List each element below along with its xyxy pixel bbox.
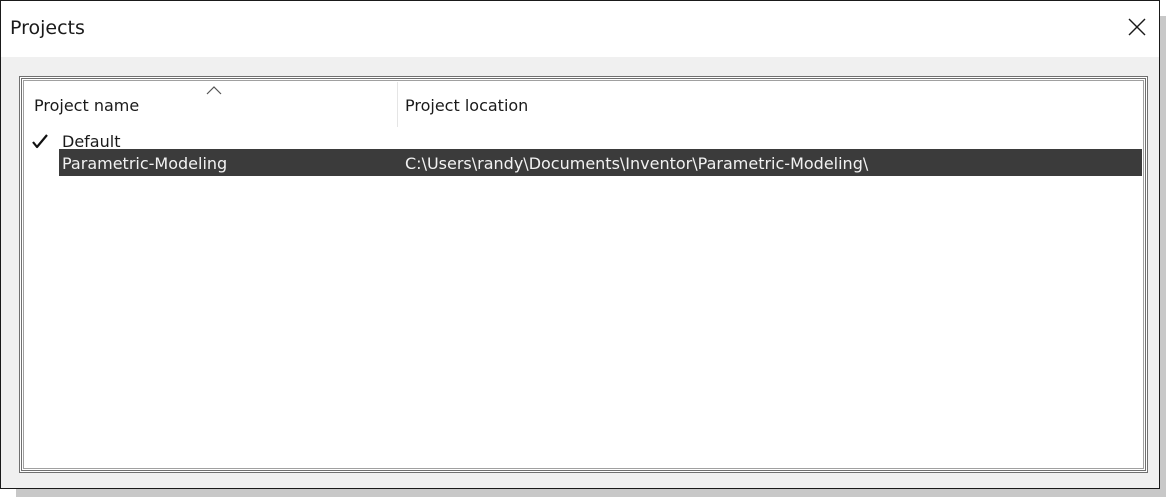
column-header-project-name[interactable]: Project name [25, 82, 398, 127]
project-location: C:\Users\randy\Documents\Inventor\Parame… [405, 154, 869, 173]
checkmark-icon [32, 134, 48, 149]
column-label: Project name [34, 96, 140, 115]
column-label: Project location [405, 96, 529, 115]
list-item-parametric-modeling[interactable]: Parametric-Modeling C:\Users\randy\Docum… [25, 149, 1142, 176]
close-button[interactable] [1121, 11, 1153, 43]
list-header: Project name Project location [25, 82, 1142, 127]
project-name: Parametric-Modeling [62, 154, 228, 173]
sort-ascending-icon [206, 86, 222, 95]
dialog-title: Projects [10, 17, 85, 39]
close-icon [1128, 18, 1146, 36]
projects-list[interactable]: Project name Project location Default Pa… [19, 76, 1148, 473]
title-bar: Projects [1, 1, 1159, 57]
projects-dialog: Projects Project name Project location D… [0, 0, 1160, 489]
column-header-project-location[interactable]: Project location [398, 82, 1142, 127]
